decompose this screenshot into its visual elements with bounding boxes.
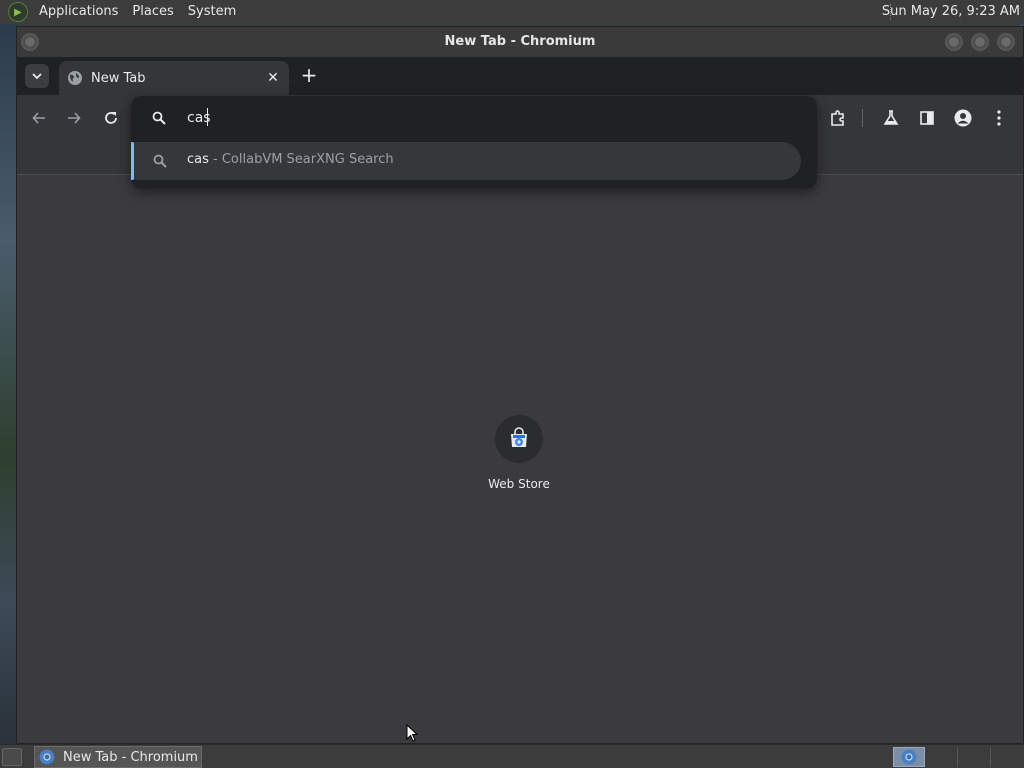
suggestion-text: cas - CollabVM SearXNG Search [187, 152, 394, 167]
omnibox-suggestion[interactable]: cas - CollabVM SearXNG Search [131, 142, 801, 180]
mouse-cursor-icon [406, 724, 418, 742]
selection-indicator [131, 142, 134, 180]
new-tab-page: Web Store [17, 175, 1023, 743]
taskbar-item-label: New Tab - Chromium [63, 749, 198, 765]
text-caret [207, 108, 208, 126]
applications-menu[interactable]: Applications [32, 0, 125, 24]
avatar-icon [954, 109, 972, 127]
extensions-button[interactable] [826, 106, 850, 130]
address-bar-input[interactable] [187, 108, 787, 128]
tray-separator [990, 747, 991, 767]
shortcut-web-store[interactable]: Web Store [479, 415, 559, 491]
tab-search-button[interactable] [25, 64, 49, 88]
tab-title: New Tab [91, 70, 146, 86]
flask-icon [883, 110, 899, 125]
side-panel-icon [920, 111, 934, 125]
chromium-icon [901, 749, 917, 765]
new-tab-button[interactable]: + [297, 64, 321, 88]
shortcut-tile [495, 415, 543, 463]
vertical-dots-icon [997, 110, 1001, 126]
bottom-taskbar: New Tab - Chromium [0, 744, 1024, 768]
reload-icon [105, 112, 117, 124]
web-store-icon [511, 427, 527, 447]
window-menu-button[interactable] [21, 33, 39, 51]
close-icon[interactable]: ✕ [263, 68, 283, 88]
tab-new-tab[interactable]: New Tab ✕ [59, 61, 289, 95]
chromium-icon [39, 749, 55, 765]
clock[interactable]: Sun May 26, 9:23 AM [882, 0, 1020, 24]
suggestion-description: - CollabVM SearXNG Search [208, 152, 394, 167]
tray-chromium-icon[interactable] [893, 747, 925, 767]
labs-button[interactable] [879, 106, 903, 130]
forward-button[interactable] [62, 106, 86, 130]
tab-strip: New Tab ✕ + [17, 57, 1023, 95]
places-menu[interactable]: Places [125, 0, 180, 24]
toolbar-separator [862, 109, 863, 127]
globe-icon [68, 71, 82, 85]
puzzle-icon [831, 110, 844, 126]
window-title: New Tab - Chromium [444, 34, 596, 49]
panel-menu: ▶ Applications Places System [0, 0, 243, 24]
window-titlebar[interactable]: New Tab - Chromium [17, 27, 1023, 57]
maximize-button[interactable] [971, 33, 989, 51]
shortcut-label: Web Store [488, 477, 550, 491]
distro-logo-icon[interactable]: ▶ [8, 2, 28, 22]
more-menu-button[interactable] [987, 106, 1011, 130]
tray-separator [957, 747, 958, 767]
arrow-right-icon [68, 112, 81, 124]
search-icon [152, 111, 166, 125]
top-panel: ▶ Applications Places System Sun May 26,… [0, 0, 1024, 24]
arrow-left-icon [32, 112, 45, 124]
show-desktop-button[interactable] [2, 748, 22, 766]
omnibox-row [131, 96, 817, 140]
profile-button[interactable] [951, 106, 975, 130]
suggestion-query: cas [187, 152, 209, 167]
side-panel-button[interactable] [915, 106, 939, 130]
omnibox-popup: cas - CollabVM SearXNG Search [131, 96, 817, 188]
search-icon [153, 154, 167, 168]
close-window-button[interactable] [997, 33, 1015, 51]
reload-button[interactable] [99, 106, 123, 130]
chevron-down-icon [32, 73, 42, 80]
minimize-button[interactable] [945, 33, 963, 51]
taskbar-item-chromium[interactable]: New Tab - Chromium [34, 746, 202, 768]
back-button[interactable] [27, 106, 51, 130]
system-menu[interactable]: System [181, 0, 243, 24]
